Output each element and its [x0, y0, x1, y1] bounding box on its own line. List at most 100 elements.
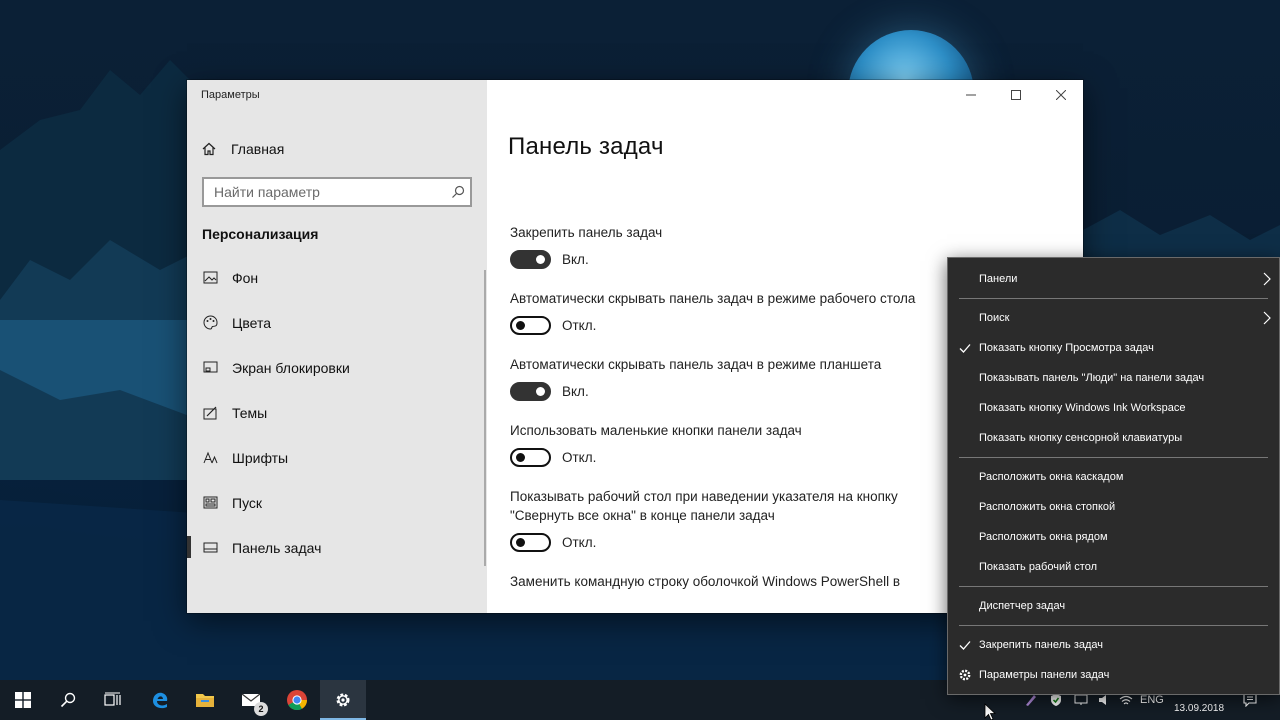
menu-item-ink-workspace[interactable]: Показать кнопку Windows Ink Workspace [948, 393, 1279, 423]
language-indicator[interactable]: ENG [1140, 694, 1164, 706]
setting-label: Показывать рабочий стол при наведении ук… [510, 489, 898, 523]
menu-separator [959, 457, 1268, 458]
edge-icon [153, 692, 168, 709]
edge-button[interactable] [137, 680, 183, 720]
sidebar-item-background[interactable]: Фон [187, 255, 487, 300]
folder-icon [196, 694, 214, 707]
sidebar-nav: Фон Цвета Экран блокировки Темы Шрифты П… [187, 255, 487, 570]
sidebar-item-taskbar[interactable]: Панель задач [187, 525, 487, 570]
windows-logo-icon [15, 692, 31, 708]
sidebar-item-label: Пуск [232, 494, 263, 511]
chrome-icon [287, 690, 308, 711]
sidebar-item-start[interactable]: Пуск [187, 480, 487, 525]
autohide-desktop-toggle[interactable] [510, 315, 551, 335]
setting-label: Автоматически скрывать панель задач в ре… [510, 357, 882, 372]
sidebar-scrollbar[interactable] [484, 270, 486, 566]
menu-item-cascade[interactable]: Расположить окна каскадом [948, 462, 1279, 492]
menu-item-label: Параметры панели задач [979, 669, 1110, 681]
autohide-tablet-toggle[interactable] [510, 381, 551, 401]
start-icon [202, 495, 218, 511]
menu-item-label: Показать рабочий стол [979, 561, 1098, 573]
toggle-state: Вкл. [562, 383, 589, 399]
image-icon [202, 270, 218, 286]
menu-item-label: Показывать панель "Люди" на панели задач [979, 372, 1205, 384]
toggle-state: Откл. [562, 534, 597, 550]
menu-item-task-view-button[interactable]: Показать кнопку Просмотра задач [948, 333, 1279, 363]
menu-item-stack[interactable]: Расположить окна стопкой [948, 492, 1279, 522]
search-icon [60, 692, 76, 708]
setting-label: Использовать маленькие кнопки панели зад… [510, 423, 802, 438]
menu-item-search[interactable]: Поиск [948, 303, 1279, 333]
minimize-button[interactable] [948, 80, 993, 109]
mail-badge: 2 [254, 702, 268, 716]
sidebar-item-label: Шрифты [232, 449, 289, 466]
start-button[interactable] [0, 680, 46, 720]
setting-autohide-desktop: Автоматически скрывать панель задач в ре… [510, 289, 930, 335]
sidebar-item-label: Панель задач [232, 539, 322, 556]
settings-taskbar-button[interactable] [320, 680, 366, 720]
menu-separator [959, 586, 1268, 587]
mail-button[interactable]: 2 [228, 680, 274, 720]
setting-label: Заменить командную строку оболочкой Wind… [510, 574, 900, 589]
maximize-icon [1010, 89, 1021, 100]
sidebar-item-home[interactable]: Главная [201, 138, 284, 160]
menu-item-side-by-side[interactable]: Расположить окна рядом [948, 522, 1279, 552]
task-view-icon [104, 692, 121, 706]
toggle-state: Откл. [562, 449, 597, 465]
checkmark-icon [959, 641, 971, 650]
fonts-icon [202, 450, 218, 466]
close-button[interactable] [1038, 80, 1083, 109]
section-header: Персонализация [202, 226, 319, 242]
sidebar-item-fonts[interactable]: Шрифты [187, 435, 487, 480]
menu-item-label: Расположить окна каскадом [979, 471, 1124, 483]
sidebar-item-themes[interactable]: Темы [187, 390, 487, 435]
chevron-right-icon [1263, 311, 1271, 325]
menu-item-label: Диспетчер задач [979, 600, 1066, 612]
clock-date[interactable]: 13.09.2018 [1174, 703, 1224, 714]
chrome-button[interactable] [274, 680, 320, 720]
maximize-button[interactable] [993, 80, 1038, 109]
menu-item-lock-taskbar[interactable]: Закрепить панель задач [948, 630, 1279, 660]
menu-item-touch-keyboard[interactable]: Показать кнопку сенсорной клавиатуры [948, 423, 1279, 453]
gear-icon [336, 693, 350, 707]
sidebar-item-label: Экран блокировки [232, 359, 350, 376]
setting-label: Закрепить панель задач [510, 225, 663, 240]
settings-sidebar: Параметры Главная Персонализация Фон [187, 80, 487, 613]
menu-item-toolbars[interactable]: Панели [948, 264, 1279, 294]
gear-icon [959, 669, 971, 681]
search-box [202, 177, 472, 207]
small-buttons-toggle[interactable] [510, 447, 551, 467]
window-title: Параметры [201, 89, 260, 101]
menu-item-people[interactable]: Показывать панель "Люди" на панели задач [948, 363, 1279, 393]
toggle-state: Откл. [562, 317, 597, 333]
menu-item-task-manager[interactable]: Диспетчер задач [948, 591, 1279, 621]
task-view-button[interactable] [90, 680, 136, 720]
menu-separator [959, 298, 1268, 299]
taskbar-icon [202, 540, 218, 556]
lock-screen-icon [202, 360, 218, 376]
sidebar-item-label: Цвета [232, 314, 271, 331]
setting-label: Автоматически скрывать панель задач в ре… [510, 291, 916, 306]
menu-item-show-desktop[interactable]: Показать рабочий стол [948, 552, 1279, 582]
peek-desktop-toggle[interactable] [510, 532, 551, 552]
menu-item-taskbar-settings[interactable]: Параметры панели задач [948, 660, 1279, 690]
search-input[interactable] [204, 179, 444, 205]
chevron-right-icon [1263, 272, 1271, 286]
settings-list: Закрепить панель задач Вкл. Автоматическ… [510, 223, 930, 611]
file-explorer-button[interactable] [182, 680, 228, 720]
minimize-icon [965, 94, 976, 95]
search-icon[interactable] [451, 185, 465, 199]
setting-peek-desktop: Показывать рабочий стол при наведении ук… [510, 487, 930, 552]
close-icon [1055, 89, 1066, 100]
sidebar-item-colors[interactable]: Цвета [187, 300, 487, 345]
window-controls [948, 80, 1083, 109]
sidebar-item-lock-screen[interactable]: Экран блокировки [187, 345, 487, 390]
themes-icon [202, 405, 218, 421]
menu-item-label: Расположить окна стопкой [979, 501, 1116, 513]
mouse-cursor-icon [984, 703, 996, 720]
search-button[interactable] [45, 680, 91, 720]
setting-powershell: Заменить командную строку оболочкой Wind… [510, 572, 930, 591]
lock-taskbar-toggle[interactable] [510, 249, 551, 269]
menu-item-label: Закрепить панель задач [979, 639, 1104, 651]
toggle-state: Вкл. [562, 251, 589, 267]
